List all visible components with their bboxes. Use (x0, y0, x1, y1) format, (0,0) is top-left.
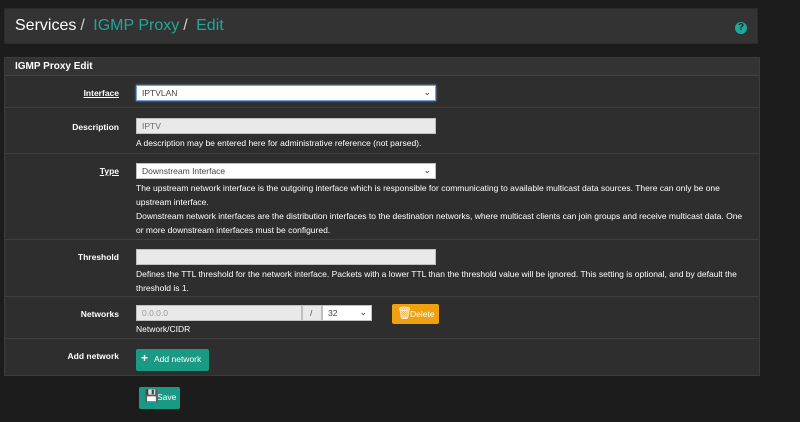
help-icon[interactable]: ? (735, 22, 747, 34)
interface-select-value: IPTVLAN (142, 88, 178, 98)
threshold-row: Threshold Defines the TTL threshold for … (5, 240, 759, 297)
interface-label: Interface (83, 88, 119, 98)
description-row: Description IPTV A description may be en… (5, 108, 759, 154)
add-network-row: Add network + Add network (5, 339, 759, 376)
breadcrumb-separator: / (183, 17, 188, 34)
type-label: Type (99, 166, 119, 176)
description-help: A description may be entered here for ad… (136, 138, 422, 148)
breadcrumb-edit-link[interactable]: Edit (196, 17, 224, 34)
type-select[interactable]: Downstream Interface ⌄ (136, 163, 436, 179)
breadcrumb-igmp-proxy-link[interactable]: IGMP Proxy (93, 17, 179, 34)
network-slash: / (302, 305, 322, 321)
threshold-input[interactable] (136, 249, 436, 265)
save-button-label: Save (157, 392, 177, 402)
description-input[interactable]: IPTV (136, 118, 436, 134)
chevron-down-icon: ⌄ (359, 307, 367, 317)
save-button[interactable]: 💾 Save (139, 387, 180, 409)
network-address-input[interactable]: 0.0.0.0 (136, 305, 302, 321)
breadcrumb-bar: Services / IGMP Proxy / Edit ? (4, 8, 758, 44)
chevron-down-icon: ⌄ (423, 87, 431, 97)
type-help-downstream: Downstream network interfaces are the di… (136, 211, 743, 235)
delete-button-label: Delete (410, 309, 435, 319)
type-row: Type Downstream Interface ⌄ The upstream… (5, 154, 759, 240)
threshold-help: Defines the TTL threshold for the networ… (136, 269, 737, 293)
chevron-down-icon: ⌄ (423, 165, 431, 175)
networks-label: Networks (80, 309, 119, 319)
cidr-select-value: 32 (328, 308, 338, 318)
cidr-select[interactable]: 32 ⌄ (322, 305, 372, 321)
threshold-label: Threshold (77, 252, 119, 262)
breadcrumb-separator: / (80, 17, 85, 34)
add-network-button-label: Add network (154, 354, 202, 364)
delete-network-button[interactable]: 🗑 Delete (392, 304, 439, 324)
igmp-proxy-edit-panel: IGMP Proxy Edit Interface IPTVLAN ⌄ Desc… (4, 57, 760, 376)
interface-select[interactable]: IPTVLAN ⌄ (136, 85, 436, 101)
type-select-value: Downstream Interface (142, 166, 226, 176)
breadcrumb-services: Services (15, 17, 77, 34)
networks-help: Network/CIDR (136, 324, 191, 334)
plus-icon: + (141, 351, 149, 365)
panel-title: IGMP Proxy Edit (5, 58, 759, 76)
floppy-disk-icon: 💾 (144, 389, 159, 403)
add-network-label: Add network (67, 351, 119, 361)
interface-row: Interface IPTVLAN ⌄ (5, 76, 759, 108)
description-label: Description (72, 122, 119, 132)
add-network-button[interactable]: + Add network (136, 349, 209, 371)
type-help-upstream: The upstream network interface is the ou… (136, 183, 720, 207)
trash-icon: 🗑 (397, 306, 413, 320)
networks-row: Networks 0.0.0.0 / 32 ⌄ Network/CIDR 🗑 D… (5, 297, 759, 339)
breadcrumb: Services / IGMP Proxy / Edit (15, 17, 228, 35)
